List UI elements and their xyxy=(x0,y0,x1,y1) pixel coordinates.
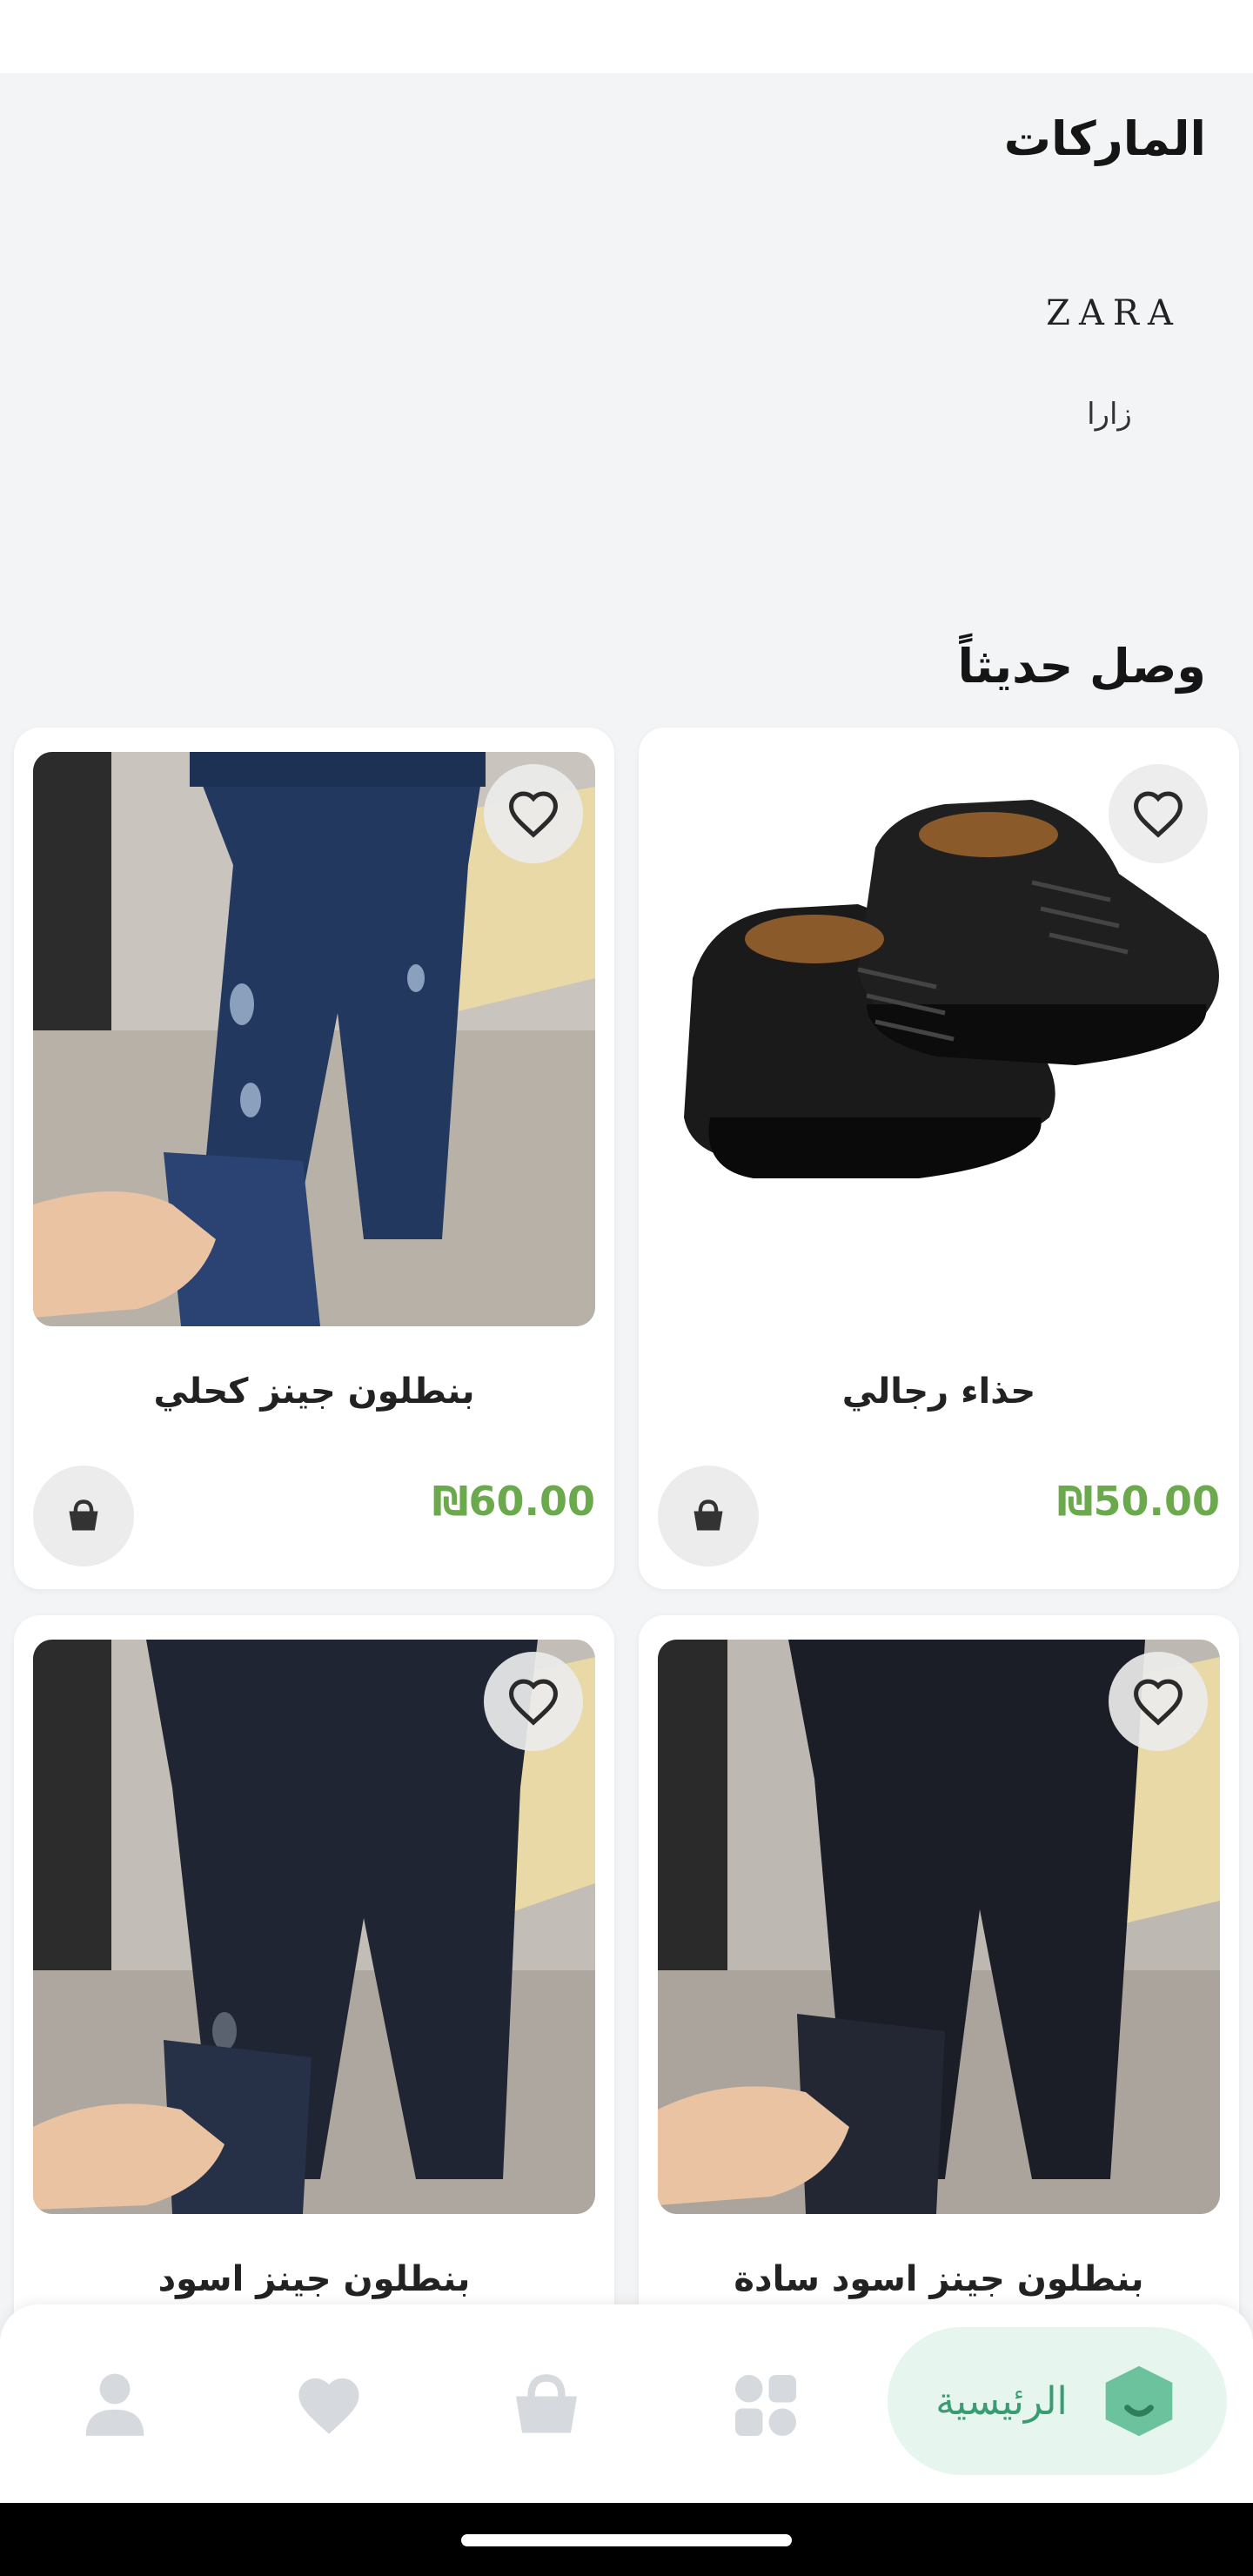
product-title: بنطلون جينز اسود xyxy=(157,2259,471,2299)
heart-outline-icon xyxy=(508,1679,559,1726)
nav-home-tab[interactable]: الرئيسية xyxy=(888,2327,1227,2475)
basket-icon xyxy=(69,1499,98,1531)
favorite-button[interactable] xyxy=(484,1652,583,1751)
product-title: بنطلون جينز اسود سادة xyxy=(734,2259,1144,2299)
bottom-navigation: الرئيسية xyxy=(0,2304,1253,2503)
nav-favorites-tab[interactable] xyxy=(277,2353,381,2458)
basket-icon xyxy=(516,2374,577,2433)
home-icon xyxy=(1105,2365,1173,2437)
add-to-cart-button[interactable] xyxy=(33,1466,134,1566)
categories-icon xyxy=(735,2375,796,2436)
product-price: ₪60.00 xyxy=(432,1478,595,1525)
brand-logo: ZARA xyxy=(1046,293,1182,333)
favorite-button[interactable] xyxy=(1109,1652,1208,1751)
add-to-cart-button[interactable] xyxy=(658,1466,759,1566)
brands-section-title: الماركات xyxy=(1003,111,1206,166)
status-bar xyxy=(0,0,1253,73)
brand-name: زارا xyxy=(1087,397,1132,432)
heart-outline-icon xyxy=(508,791,559,838)
favorite-button[interactable] xyxy=(1109,764,1208,863)
profile-icon xyxy=(85,2373,144,2436)
heart-outline-icon xyxy=(1133,1679,1183,1726)
favorite-button[interactable] xyxy=(484,764,583,863)
product-title: حذاء رجالي xyxy=(841,1372,1036,1412)
nav-profile-tab[interactable] xyxy=(63,2353,167,2458)
product-title: بنطلون جينز كحلي xyxy=(153,1372,475,1412)
product-price: ₪50.00 xyxy=(1056,1478,1220,1525)
nav-categories-tab[interactable] xyxy=(714,2353,818,2458)
home-indicator[interactable] xyxy=(461,2534,792,2546)
product-card[interactable]: بنطلون جينز كحلي ₪60.00 xyxy=(14,728,614,1589)
basket-icon xyxy=(694,1499,723,1531)
heart-icon xyxy=(298,2378,359,2434)
nav-cart-tab[interactable] xyxy=(494,2353,599,2458)
product-card[interactable]: حذاء رجالي ₪50.00 xyxy=(639,728,1239,1589)
new-arrivals-section-title: وصل حديثاً xyxy=(957,639,1206,694)
heart-outline-icon xyxy=(1133,791,1183,838)
brand-item-zara[interactable]: ZARA زارا xyxy=(1018,261,1201,432)
system-gesture-bar xyxy=(0,2503,1253,2576)
nav-home-label: الرئيسية xyxy=(935,2378,1068,2424)
